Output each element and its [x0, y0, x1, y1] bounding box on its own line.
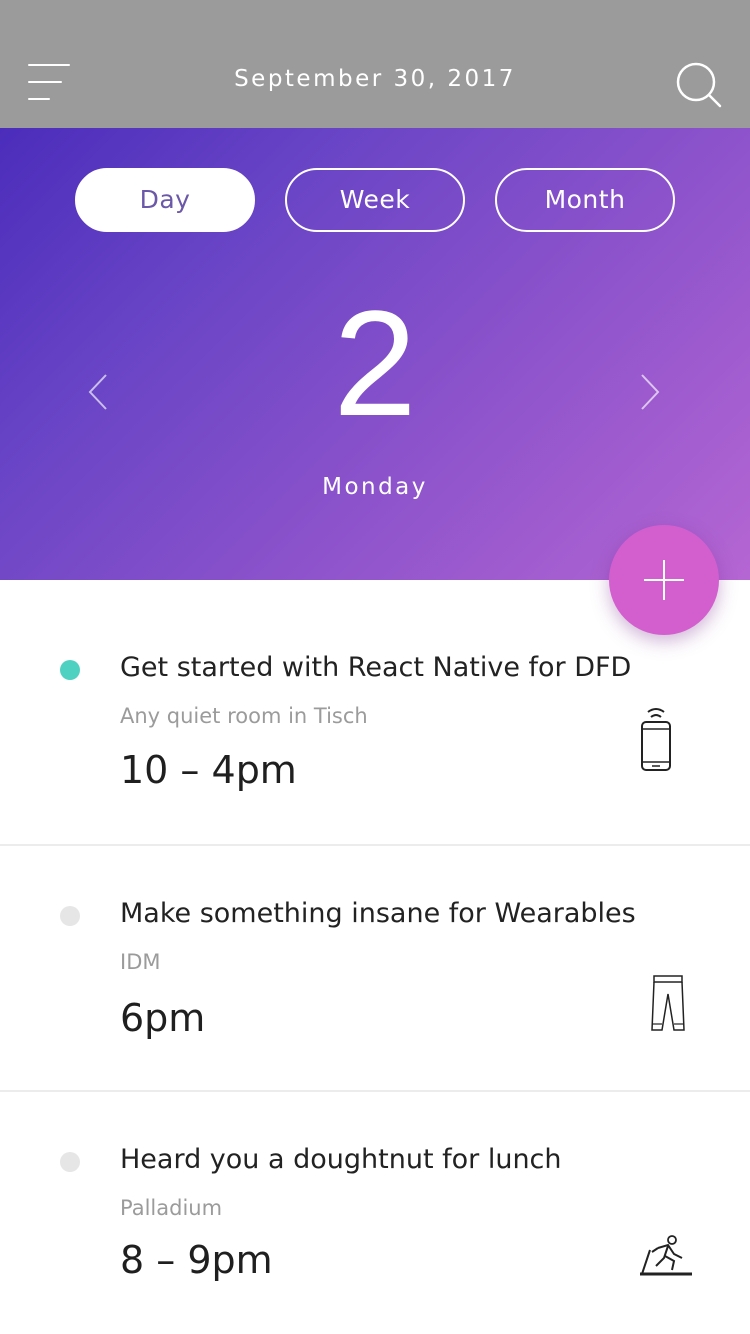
- event-title: Heard you a doughtnut for lunch: [120, 1144, 562, 1175]
- event-time: 10 – 4pm: [120, 748, 297, 792]
- event-title: Make something insane for Wearables: [120, 898, 636, 929]
- event-title: Get started with React Native for DFD: [120, 652, 632, 683]
- tab-day[interactable]: Day: [75, 168, 255, 232]
- pants-icon: [648, 974, 688, 1038]
- day-number: 2: [333, 279, 417, 447]
- tab-month[interactable]: Month: [495, 168, 675, 232]
- smartphone-icon: [636, 704, 676, 778]
- event-location: Palladium: [120, 1196, 223, 1220]
- plus-icon: [644, 560, 684, 600]
- event-list-item[interactable]: Heard you a doughtnut for lunch Palladiu…: [0, 1092, 750, 1334]
- top-bar: September 30, 2017: [0, 0, 750, 128]
- event-time: 6pm: [120, 996, 206, 1040]
- current-event-indicator: [60, 660, 80, 680]
- event-list-item[interactable]: Make something insane for Wearables IDM …: [0, 846, 750, 1092]
- event-time: 8 – 9pm: [120, 1238, 273, 1282]
- tab-week[interactable]: Week: [285, 168, 465, 232]
- event-location: Any quiet room in Tisch: [120, 704, 368, 728]
- header-date: September 30, 2017: [234, 66, 516, 92]
- day-header: Day Week Month 2 Monday: [0, 128, 750, 580]
- weekday-label: Monday: [322, 474, 428, 500]
- add-event-button[interactable]: [609, 525, 719, 635]
- event-indicator: [60, 1152, 80, 1172]
- event-indicator: [60, 906, 80, 926]
- next-day-chevron-right-icon[interactable]: [638, 372, 662, 412]
- search-icon[interactable]: [674, 60, 724, 110]
- treadmill-runner-icon: [634, 1234, 696, 1282]
- event-location: IDM: [120, 950, 161, 974]
